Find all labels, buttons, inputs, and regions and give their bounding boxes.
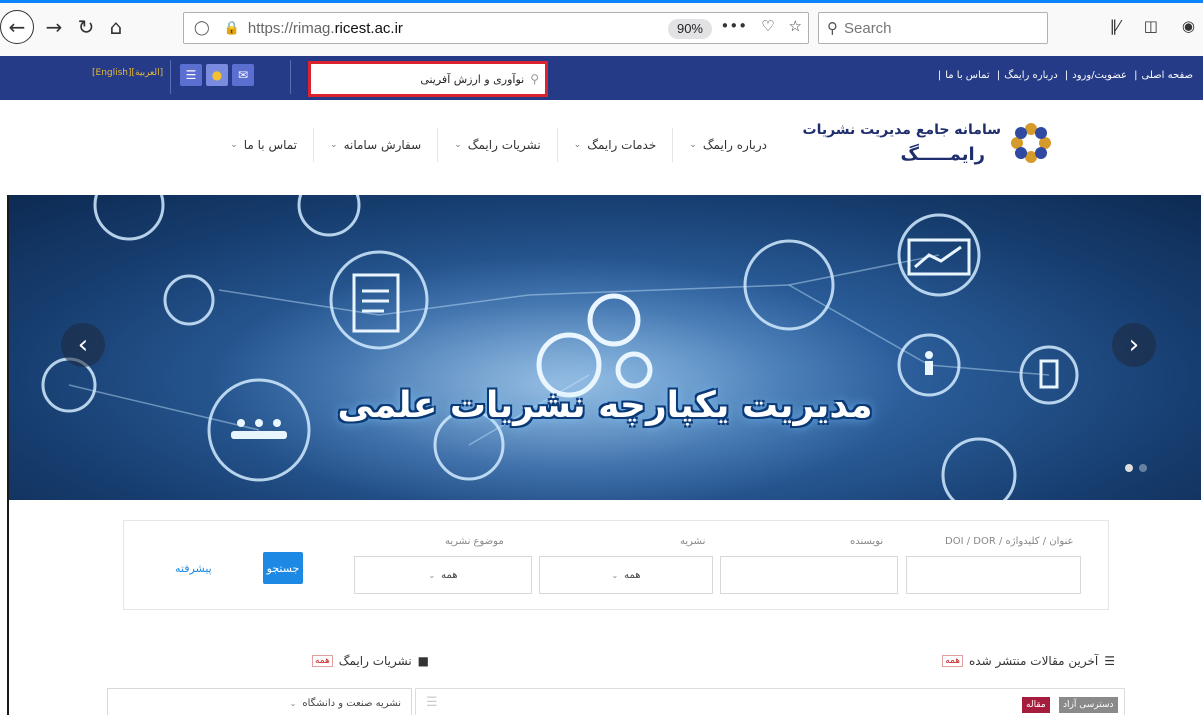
chevron-down-icon: ⌄ bbox=[611, 570, 619, 580]
pocket-icon[interactable]: ♡ bbox=[761, 17, 774, 35]
top-link-about[interactable]: درباره رایمگ bbox=[1004, 70, 1057, 81]
top-link-contact[interactable]: تماس با ما bbox=[945, 70, 989, 81]
nav-order[interactable]: سفارش سامانه ⌄ bbox=[313, 128, 437, 162]
zoom-indicator[interactable]: 90% bbox=[667, 19, 712, 39]
account-icon[interactable]: ◉ bbox=[1182, 17, 1195, 35]
lock-icon[interactable]: 🔒 bbox=[224, 21, 240, 36]
shield-icon[interactable]: ◯ bbox=[194, 20, 210, 36]
chevron-down-icon: ⌄ bbox=[428, 570, 436, 580]
journals-all-tag[interactable]: همه bbox=[311, 655, 333, 667]
address-bar[interactable]: ◯ 🔒 https://rimag.ricest.ac.ir 90% ••• ♡… bbox=[183, 12, 809, 44]
carousel-prev-button[interactable]: ‹ bbox=[61, 323, 105, 367]
journal-list-select[interactable]: نشریه صنعت و دانشگاه ⌄ bbox=[107, 688, 412, 715]
browser-search-placeholder: Search bbox=[844, 19, 892, 37]
sidebar-icon[interactable]: ◫ bbox=[1144, 17, 1158, 35]
site-search-input[interactable]: نوآوری و ارزش آفرینی ⚲ bbox=[308, 61, 548, 97]
home-icon[interactable]: ⌂ bbox=[100, 11, 132, 43]
latest-articles-heading: ☰ آخرین مقالات منتشر شده همه bbox=[942, 654, 1115, 668]
library-icon[interactable]: ‖⁄ bbox=[1110, 17, 1120, 35]
list-icon[interactable]: ☰ bbox=[426, 695, 438, 710]
latest-article-row[interactable]: ☰ bbox=[415, 688, 1125, 715]
journal-select[interactable]: همه ⌄ bbox=[539, 556, 713, 594]
title-keyword-input[interactable] bbox=[906, 556, 1081, 594]
carousel-dot[interactable] bbox=[1139, 464, 1147, 472]
carousel-dot-active[interactable] bbox=[1125, 464, 1133, 472]
search-icon: ⚲ bbox=[530, 72, 539, 86]
nav-journals[interactable]: نشریات رایمگ ⌄ bbox=[437, 128, 556, 162]
list-icon: ☰ bbox=[1104, 654, 1115, 668]
back-icon[interactable]: ← bbox=[0, 10, 34, 44]
carousel-indicators bbox=[1125, 464, 1147, 472]
reload-icon[interactable]: ↻ bbox=[70, 11, 102, 43]
chevron-down-icon: ⌄ bbox=[230, 140, 238, 150]
label-title-keyword: عنوان / کلیدواژه / DOI / DOR bbox=[945, 536, 1074, 547]
database-icon[interactable]: ☰ bbox=[180, 64, 202, 86]
page-actions-icon[interactable]: ••• bbox=[721, 17, 748, 35]
book-icon: ■ bbox=[417, 654, 429, 668]
label-subject: موضوع نشریه bbox=[445, 536, 504, 547]
subject-select[interactable]: همه ⌄ bbox=[354, 556, 532, 594]
chevron-down-icon: ⌄ bbox=[454, 140, 462, 150]
article-type-badge: مقاله bbox=[1022, 697, 1050, 713]
nav-about[interactable]: درباره رایمگ ⌄ bbox=[672, 128, 783, 162]
chevron-down-icon: ⌄ bbox=[573, 140, 582, 150]
browser-search-box[interactable]: ⚲ Search bbox=[818, 12, 1048, 44]
author-input[interactable] bbox=[720, 556, 898, 594]
language-switcher[interactable]: [English][العربية] bbox=[92, 68, 163, 78]
nav-contact[interactable]: تماس با ما ⌄ bbox=[214, 128, 313, 162]
hero-carousel[interactable]: مدیریت یکپارچه نشریات علمی bbox=[9, 195, 1201, 500]
latest-all-tag[interactable]: همه bbox=[942, 655, 963, 667]
logo-subtitle: رایمـــــگ bbox=[900, 144, 985, 165]
label-journal: نشریه bbox=[680, 536, 706, 547]
carousel-next-button[interactable]: › bbox=[1112, 323, 1156, 367]
search-button[interactable]: جستجو bbox=[263, 552, 303, 584]
main-nav: درباره رایمگ ⌄ خدمات رایمگ ⌄ نشریات رایمگ ⌄… bbox=[214, 128, 783, 162]
logo-title: سامانه جامع مدیریت نشریات bbox=[802, 122, 1002, 138]
top-link-login[interactable]: عضویت/ورود bbox=[1072, 70, 1127, 81]
forward-icon[interactable]: → bbox=[38, 11, 70, 43]
hero-slogan: مدیریت یکپارچه نشریات علمی bbox=[337, 385, 873, 426]
chevron-down-icon: ⌄ bbox=[289, 698, 297, 708]
chevron-down-icon: ⌄ bbox=[689, 140, 697, 150]
journals-heading: ■ نشریات رایمگ همه bbox=[311, 654, 429, 668]
site-search-query[interactable]: نوآوری و ارزش آفرینی bbox=[420, 73, 524, 86]
bookmark-star-icon[interactable]: ☆ bbox=[789, 17, 802, 35]
nav-services[interactable]: خدمات رایمگ ⌄ bbox=[556, 128, 673, 162]
advanced-search-link[interactable]: پیشرفته bbox=[175, 562, 212, 575]
top-link-home[interactable]: صفحه اصلی bbox=[1142, 70, 1193, 81]
url-text[interactable]: https://rimag.ricest.ac.ir bbox=[248, 20, 403, 37]
search-icon: ⚲ bbox=[827, 19, 838, 37]
top-links: صفحه اصلی| عضویت/ورود| درباره رایمگ| تما… bbox=[937, 70, 1193, 81]
browser-toolbar: ← → ↻ ⌂ ◯ 🔒 https://rimag.ricest.ac.ir 9… bbox=[0, 0, 1203, 56]
logo-emblem-icon bbox=[1011, 123, 1051, 163]
user-icon[interactable]: ● bbox=[206, 64, 228, 86]
label-author: نویسنده bbox=[850, 536, 884, 547]
divider bbox=[170, 60, 171, 94]
open-access-badge: دسترسی آزاد bbox=[1059, 697, 1118, 713]
divider bbox=[290, 60, 291, 94]
mail-icon[interactable]: ✉ bbox=[232, 64, 254, 86]
chevron-down-icon: ⌄ bbox=[330, 140, 338, 150]
hero-network-graphic bbox=[41, 195, 1079, 500]
